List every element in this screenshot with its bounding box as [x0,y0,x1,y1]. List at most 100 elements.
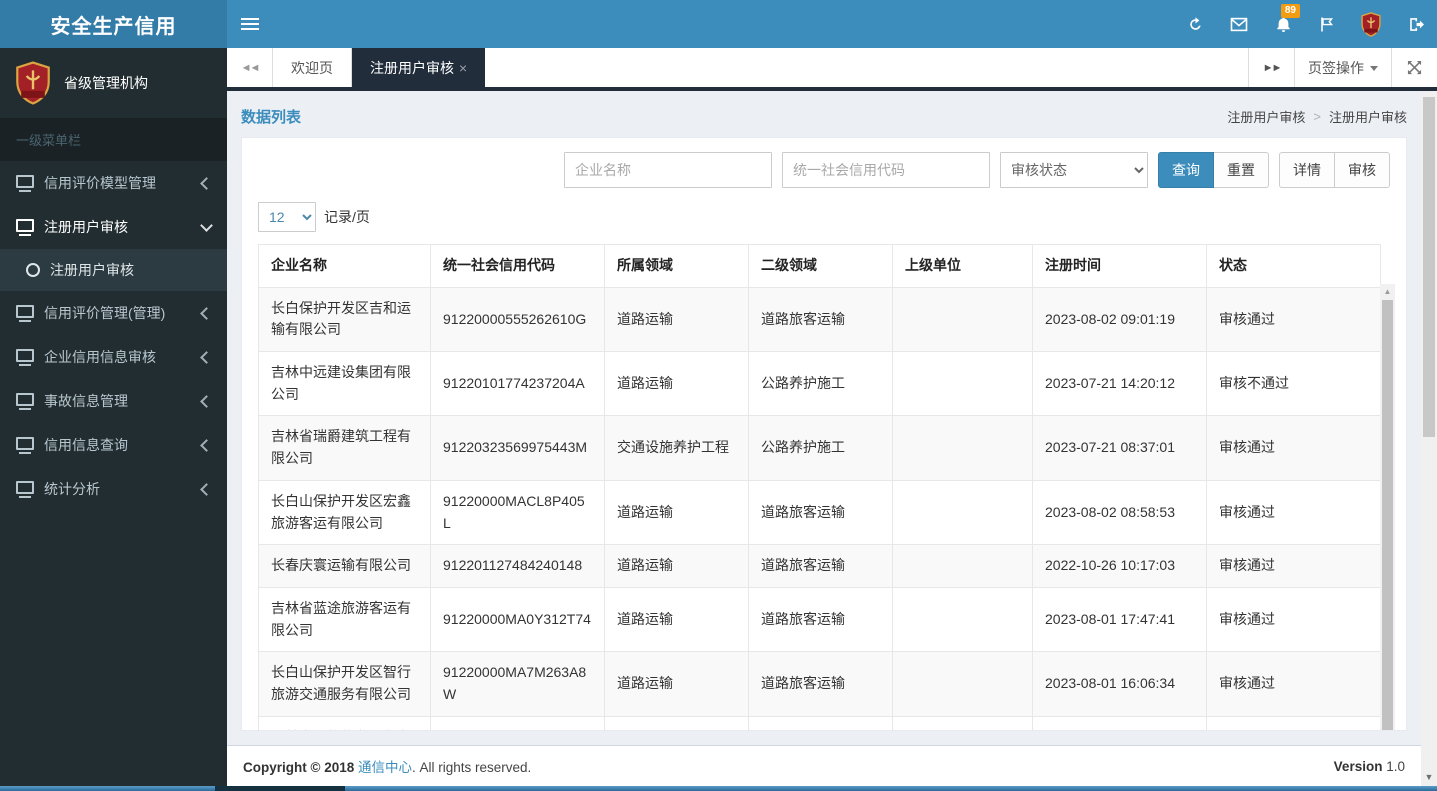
tab-close-icon[interactable]: × [459,60,467,76]
version-value: 1.0 [1386,758,1405,774]
table-cell: 道路旅客运输 [748,544,893,588]
sidebar-item-label: 信用评价模型管理 [44,175,156,191]
chevron-icon [200,482,213,496]
horizontal-scrollbar-thumb[interactable] [215,786,345,791]
sidebar-item-label: 信用评价管理(管理) [44,305,166,321]
column-header: 状态 [1206,244,1381,288]
sidebar: 省级管理机构 一级菜单栏 信用评价模型管理 注册用户审核 注册用户审核 信用评价… [0,48,227,786]
table-cell: 道路旅客运输 [748,651,893,717]
org-link[interactable]: 通信中心 [358,760,412,775]
audit-button[interactable]: 审核 [1335,152,1390,188]
table-cell: 审核通过 [1206,415,1381,481]
logout-icon[interactable] [1393,0,1437,48]
fullscreen-icon[interactable] [1391,48,1437,87]
company-name-input[interactable] [564,152,772,188]
sidebar-menu-item[interactable]: 信用信息查询 [0,423,227,467]
sidebar-menu: 信用评价模型管理 注册用户审核 注册用户审核 信用评价管理(管理) 企业信用信息… [0,161,227,511]
refresh-icon[interactable] [1173,0,1217,48]
monitor-icon [16,304,34,322]
sidebar-menu-item[interactable]: 企业信用信息审核 [0,335,227,379]
query-button[interactable]: 查询 [1158,152,1214,188]
monitor-icon [16,348,34,366]
scroll-up-icon[interactable]: ▲ [1380,285,1395,299]
table-cell: 道路运输 [604,586,749,653]
table-cell: 91220000MA7M263A8W [430,651,605,717]
breadcrumb: 注册用户审核 > 注册用户审核 [1227,107,1407,126]
tabs-scroll-left-icon[interactable]: ◄◄ [227,48,273,87]
sidebar-menu-item[interactable]: 统计分析 [0,467,227,511]
table-cell [892,651,1033,717]
detail-button[interactable]: 详情 [1279,152,1335,188]
credit-code-input[interactable] [782,152,990,188]
circle-icon [26,263,40,277]
table-cell: 道路运输 [604,715,749,730]
chevron-icon [200,218,213,232]
caret-down-icon [1370,66,1378,71]
chevron-icon [200,306,213,320]
tabs-scroll-right-icon[interactable]: ►► [1248,48,1294,87]
mail-icon[interactable] [1217,0,1261,48]
data-panel: 审核状态 查询 重置 详情 审核 12 记录/页 [241,137,1407,731]
sidebar-user-panel: 省级管理机构 [0,48,227,118]
sidebar-item-label: 企业信用信息审核 [44,349,156,365]
sidebar-menu-item[interactable]: 注册用户审核 [0,205,227,249]
reset-button[interactable]: 重置 [1214,152,1269,188]
table-cell: 912201127484240148 [430,544,605,588]
scroll-down-icon[interactable]: ▼ [1421,772,1437,782]
column-header: 统一社会信用代码 [430,244,605,288]
column-header: 上级单位 [892,244,1033,288]
table-cell: 2023-08-02 10:54:47 [1032,715,1207,730]
page-vertical-scrollbar[interactable]: ▼ [1421,91,1437,786]
page-size-label: 记录/页 [324,209,370,225]
table-row[interactable]: 长白保护开发区吉和运输有限公司 91220000555262610G 道路运输 道路旅… [258,286,1381,353]
table-row[interactable]: 吉林省蓝途旅游客运有限公司 91220000MA0Y312T74 道路运输 道路旅客运… [258,586,1381,653]
sidebar-menu-item[interactable]: 事故信息管理 [0,379,227,423]
column-header: 注册时间 [1032,244,1207,288]
main-area: ◄◄ 欢迎页 注册用户审核 × ►► 页签操作 数据列表 注册用户审核 > 注册… [227,48,1437,786]
flag-icon[interactable] [1305,0,1349,48]
monitor-icon [16,218,34,236]
sidebar-submenu-item[interactable]: 注册用户审核 [0,249,227,291]
table-row[interactable]: 长春庆寰运输有限公司 912201127484240148 道路运输 道路旅客运输 20… [258,544,1381,588]
table-scrollbar-thumb[interactable] [1382,300,1393,730]
sidebar-toggle-button[interactable] [227,0,273,48]
table-vertical-scrollbar[interactable]: ▲ [1380,284,1395,730]
table-cell: 2023-08-02 08:58:53 [1032,479,1207,546]
column-header: 所属领域 [604,244,749,288]
table-row[interactable]: 长白山保护开发区宏鑫旅游客运有限公司 91220000MACL8P405L 道路运输… [258,479,1381,546]
table-cell [892,351,1033,417]
breadcrumb-parent[interactable]: 注册用户审核 [1227,107,1305,126]
tab-operations-dropdown[interactable]: 页签操作 [1294,48,1391,87]
table-cell: 2023-07-21 08:37:01 [1032,415,1207,481]
notification-badge: 89 [1280,4,1300,18]
bell-icon[interactable]: 89 [1261,0,1305,48]
tab-welcome[interactable]: 欢迎页 [273,48,352,87]
page-scrollbar-thumb[interactable] [1423,97,1435,437]
table-row[interactable]: 吉林省瑞爵建筑工程有限公司 91220323569975443M 交通设施养护工程公… [258,415,1381,481]
table-cell: 道路旅客运输 [748,479,893,546]
monitor-icon [16,480,34,498]
table-cell: 吉林省瑞爵建筑工程有限公司 [258,415,431,481]
column-header: 企业名称 [258,244,431,288]
copyright-text: Copyright © 2018 [243,760,355,775]
chevron-icon [200,350,213,364]
page-size-select[interactable]: 12 [258,202,316,232]
tab-registered-user-audit[interactable]: 注册用户审核 × [352,48,486,87]
table-cell: 审核通过 [1206,586,1381,653]
table-cell [892,286,1033,353]
table-row[interactable]: 吉林中远建设集团有限公司 91220101774237204A 道路运输 公路养护施工… [258,351,1381,417]
org-shield-logo [16,61,50,105]
chevron-icon [200,394,213,408]
table-cell: 2023-08-01 16:06:34 [1032,651,1207,717]
table-row[interactable]: 吉林省海格旅游汽车有限公司长白山保护开发区客运分公司91220000MA142J… [258,715,1381,730]
table-row[interactable]: 长白山保护开发区智行旅游交通服务有限公司 91220000MA7M263A8W 道路… [258,651,1381,717]
user-avatar[interactable] [1349,0,1393,48]
audit-status-select[interactable]: 审核状态 [1000,152,1148,188]
sidebar-menu-item[interactable]: 信用评价模型管理 [0,161,227,205]
sidebar-item-label: 事故信息管理 [44,393,128,409]
app-window: 安全生产信用 89 省级管理机构 一级菜单栏 信用评价模型管理 注册用户审核 注… [0,0,1437,791]
horizontal-scrollbar[interactable] [0,786,1437,791]
table-cell [892,415,1033,481]
sidebar-menu-item[interactable]: 信用评价管理(管理) [0,291,227,335]
tab-bar: ◄◄ 欢迎页 注册用户审核 × ►► 页签操作 [227,48,1437,91]
